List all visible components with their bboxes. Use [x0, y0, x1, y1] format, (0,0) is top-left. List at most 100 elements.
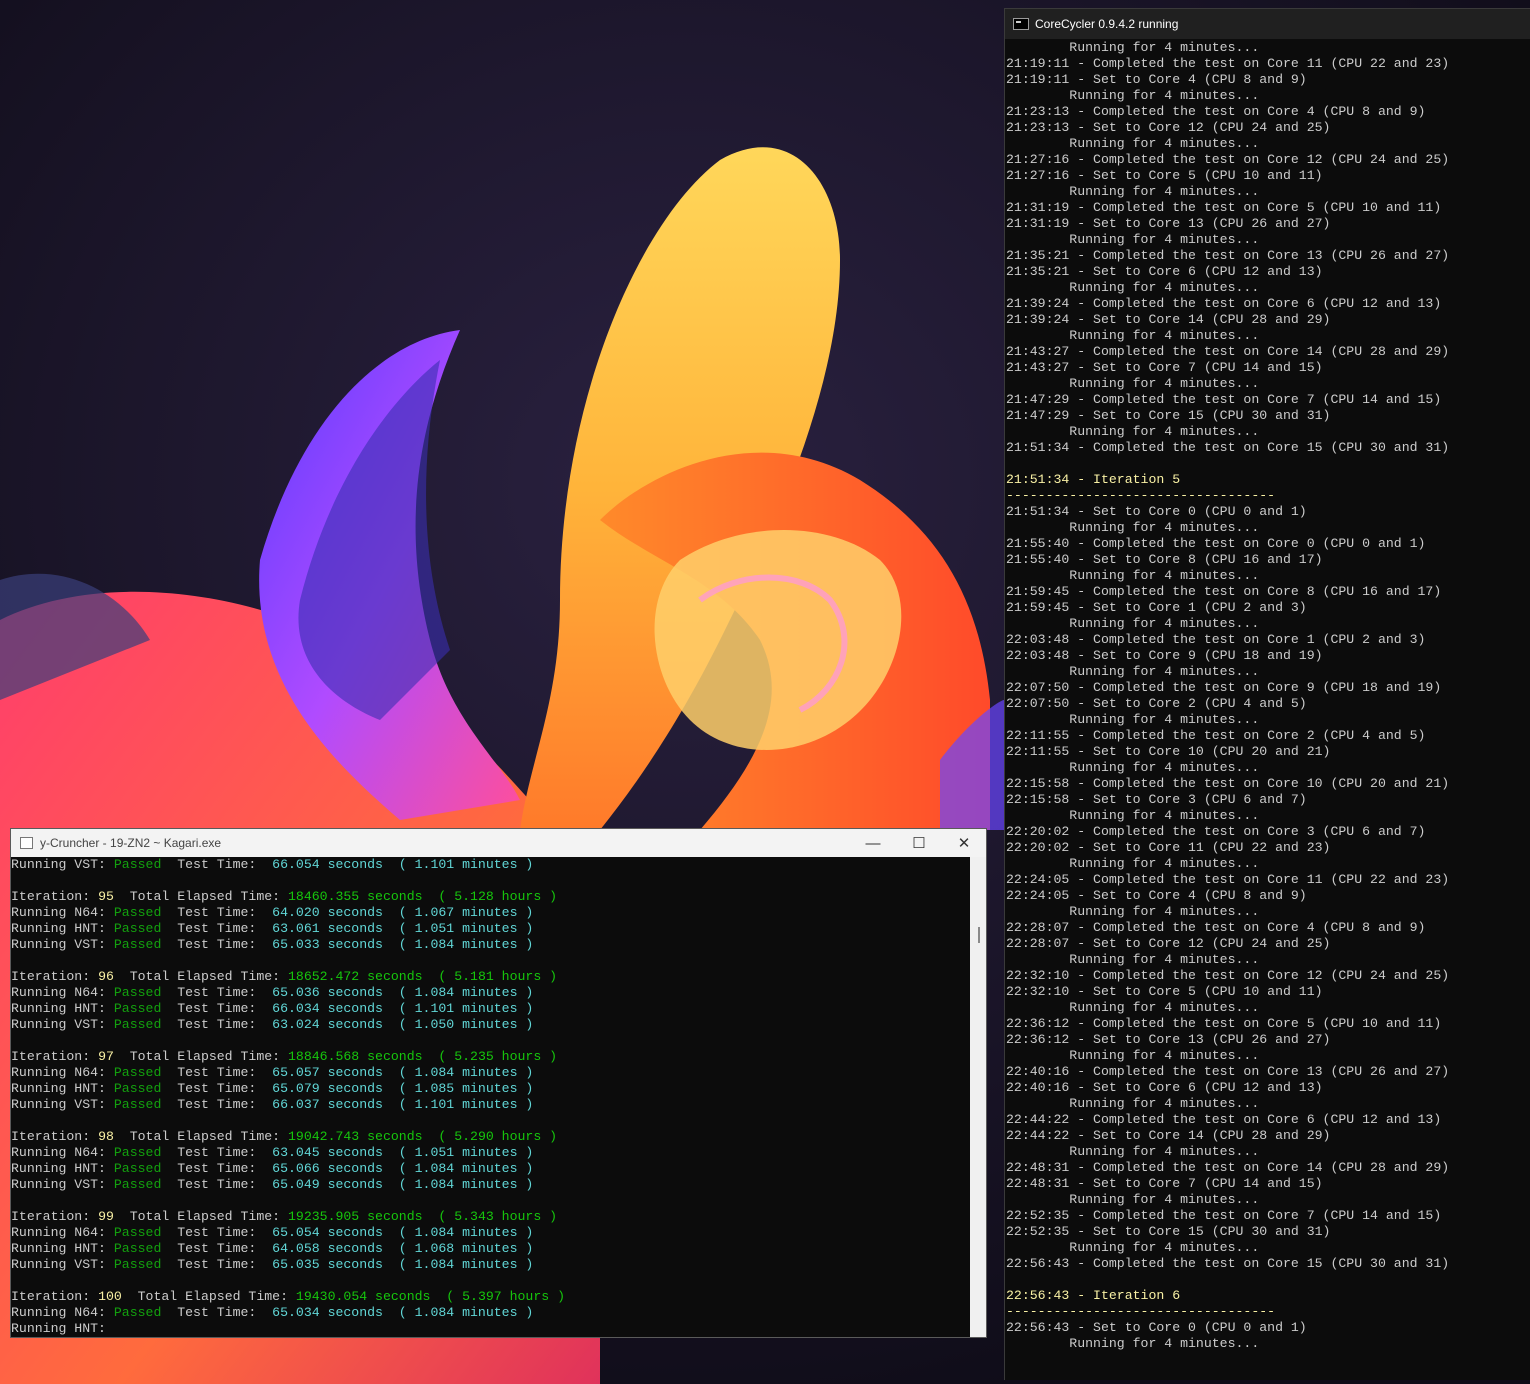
console-segment: Iteration:	[11, 969, 99, 984]
console-segment: Total Elapsed Time:	[113, 1129, 288, 1144]
scrollbar-thumb[interactable]	[978, 927, 980, 943]
console-segment: Passed	[113, 1081, 162, 1096]
console-line: 21:47:29 - Completed the test on Core 7 …	[1006, 392, 1442, 407]
console-segment: 65.054 seconds	[272, 1225, 383, 1240]
console-line: 21:27:16 - Completed the test on Core 12…	[1006, 152, 1450, 167]
console-line: Running N64: Passed Test Time: 65.034 se…	[11, 1305, 971, 1321]
console-line: Running N64: Passed Test Time: 65.057 se…	[11, 1065, 971, 1081]
console-line: Running for 4 minutes...	[1006, 952, 1260, 967]
console-segment: Test Time:	[161, 1305, 273, 1320]
console-segment: Passed	[113, 1225, 162, 1240]
console-line: 22:44:22 - Completed the test on Core 6 …	[1006, 1112, 1442, 1127]
console-line: 21:59:45 - Set to Core 1 (CPU 2 and 3)	[1006, 600, 1307, 615]
console-segment: ( 5.290 hours )	[422, 1129, 558, 1144]
console-segment: Total Elapsed Time:	[113, 1049, 288, 1064]
console-segment: Passed	[113, 985, 162, 1000]
console-segment: ( 1.084 minutes )	[382, 1225, 534, 1240]
console-line: 22:36:12 - Completed the test on Core 5 …	[1006, 1016, 1442, 1031]
console-line: Running for 4 minutes...	[1006, 1192, 1260, 1207]
corecycler-title-bar[interactable]: CoreCycler 0.9.4.2 running	[1005, 9, 1530, 39]
console-line: Running HNT: Passed Test Time: 63.061 se…	[11, 921, 971, 937]
console-segment: Test Time:	[161, 1065, 273, 1080]
console-line: Running for 4 minutes...	[1006, 1336, 1260, 1351]
console-line: 22:03:48 - Set to Core 9 (CPU 18 and 19)	[1006, 648, 1323, 663]
console-line: 22:36:12 - Set to Core 13 (CPU 26 and 27…	[1006, 1032, 1331, 1047]
console-segment: Passed	[113, 1017, 162, 1032]
console-segment: Passed	[113, 1001, 162, 1016]
console-segment: Running N64:	[11, 1065, 114, 1080]
console-segment: 97	[98, 1049, 114, 1064]
console-segment: ( 1.084 minutes )	[382, 1305, 534, 1320]
console-line: Iteration: 96 Total Elapsed Time: 18652.…	[11, 969, 971, 985]
console-line: 22:24:05 - Set to Core 4 (CPU 8 and 9)	[1006, 888, 1307, 903]
console-line: 22:11:55 - Set to Core 10 (CPU 20 and 21…	[1006, 744, 1331, 759]
console-segment: Running N64:	[11, 905, 114, 920]
console-segment: 65.033 seconds	[272, 937, 383, 952]
console-segment: Test Time:	[161, 937, 273, 952]
ycruncher-window[interactable]: y-Cruncher - 19-ZN2 ~ Kagari.exe — ☐ ✕ R…	[10, 828, 987, 1338]
console-segment: ( 1.084 minutes )	[382, 1257, 534, 1272]
console-line: 21:51:34 - Iteration 5	[1006, 472, 1181, 487]
console-segment: Running VST:	[11, 1257, 114, 1272]
console-line: Iteration: 99 Total Elapsed Time: 19235.…	[11, 1209, 971, 1225]
console-line: 22:11:55 - Completed the test on Core 2 …	[1006, 728, 1426, 743]
console-segment: 18652.472 seconds	[288, 969, 423, 984]
corecycler-console-output[interactable]: Running for 4 minutes... 21:19:11 - Compl…	[1005, 40, 1530, 1380]
console-line: 21:51:34 - Set to Core 0 (CPU 0 and 1)	[1006, 504, 1307, 519]
console-segment: Test Time:	[161, 1225, 273, 1240]
console-segment: 65.035 seconds	[272, 1257, 383, 1272]
console-line: Running for 4 minutes...	[1006, 424, 1260, 439]
ycruncher-console-output[interactable]: Running VST: Passed Test Time: 66.054 se…	[11, 857, 971, 1337]
console-line: 22:52:35 - Set to Core 15 (CPU 30 and 31…	[1006, 1224, 1331, 1239]
console-segment: ( 1.068 minutes )	[382, 1241, 534, 1256]
console-line: 21:55:40 - Set to Core 8 (CPU 16 and 17)	[1006, 552, 1323, 567]
maximize-button[interactable]: ☐	[896, 829, 942, 857]
console-line: 22:24:05 - Completed the test on Core 11…	[1006, 872, 1450, 887]
ycruncher-title-bar[interactable]: y-Cruncher - 19-ZN2 ~ Kagari.exe — ☐ ✕	[11, 829, 986, 857]
console-segment: Passed	[113, 857, 162, 872]
console-line: Running for 4 minutes...	[1006, 376, 1260, 391]
console-segment: 18460.355 seconds	[288, 889, 423, 904]
console-line: 21:51:34 - Completed the test on Core 15…	[1006, 440, 1450, 455]
console-line: Running for 4 minutes...	[1006, 760, 1260, 775]
console-line: Running VST: Passed Test Time: 66.037 se…	[11, 1097, 971, 1113]
console-line: Running for 4 minutes...	[1006, 904, 1260, 919]
console-line: 21:39:24 - Set to Core 14 (CPU 28 and 29…	[1006, 312, 1331, 327]
console-segment: 63.045 seconds	[272, 1145, 383, 1160]
console-segment: ( 1.067 minutes )	[382, 905, 534, 920]
console-line: 21:55:40 - Completed the test on Core 0 …	[1006, 536, 1426, 551]
console-line: Running VST: Passed Test Time: 65.049 se…	[11, 1177, 971, 1193]
console-segment: 65.066 seconds	[272, 1161, 383, 1176]
console-segment: Running HNT:	[11, 1241, 114, 1256]
minimize-button[interactable]: —	[850, 829, 896, 857]
console-line: 22:56:43 - Completed the test on Core 15…	[1006, 1256, 1450, 1271]
console-segment: Running VST:	[11, 1177, 114, 1192]
console-segment: Passed	[113, 1257, 162, 1272]
console-segment: Passed	[113, 1097, 162, 1112]
console-line: Running for 4 minutes...	[1006, 40, 1260, 55]
console-line: Running for 4 minutes...	[1006, 520, 1260, 535]
console-line: Running VST: Passed Test Time: 65.035 se…	[11, 1257, 971, 1273]
console-segment: Test Time:	[161, 985, 273, 1000]
close-button[interactable]: ✕	[941, 829, 987, 857]
console-segment: Passed	[113, 921, 162, 936]
console-segment: 96	[98, 969, 114, 984]
console-segment: ( 5.181 hours )	[422, 969, 558, 984]
console-segment: 99	[98, 1209, 114, 1224]
console-line: 21:47:29 - Set to Core 15 (CPU 30 and 31…	[1006, 408, 1331, 423]
vertical-scrollbar[interactable]	[970, 857, 986, 1337]
console-line: Running for 4 minutes...	[1006, 1048, 1260, 1063]
console-segment: Test Time:	[161, 1257, 273, 1272]
corecycler-window[interactable]: CoreCycler 0.9.4.2 running Running for 4…	[1004, 8, 1530, 1380]
console-segment: ( 5.343 hours )	[422, 1209, 558, 1224]
console-segment: Running HNT:	[11, 1321, 106, 1336]
console-segment: ( 1.084 minutes )	[382, 1161, 534, 1176]
console-line: Running N64: Passed Test Time: 63.045 se…	[11, 1145, 971, 1161]
console-segment: Running HNT:	[11, 921, 114, 936]
console-segment: Passed	[113, 1241, 162, 1256]
console-line: 21:59:45 - Completed the test on Core 8 …	[1006, 584, 1442, 599]
